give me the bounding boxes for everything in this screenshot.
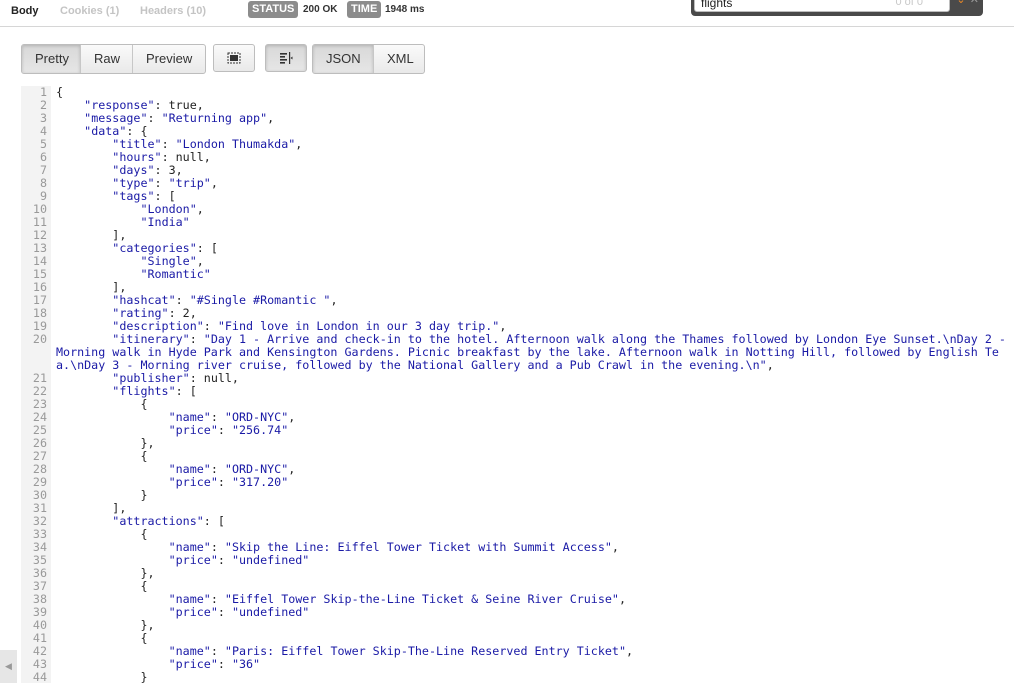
- response-body-viewer[interactable]: 1{2 "response": true, 3 "message": "Retur…: [21, 86, 1014, 683]
- wrap-lines-button[interactable]: [265, 44, 307, 72]
- time-value: 1948 ms: [385, 4, 425, 15]
- code-line-text: "itinerary": "Day 1 - Arrive and check-i…: [56, 332, 1013, 372]
- chevron-up-icon[interactable]: ⌃: [935, 0, 951, 10]
- code-line: 36 },: [21, 567, 1014, 580]
- code-line: 30 }: [21, 489, 1014, 502]
- code-lines: 1{2 "response": true, 3 "message": "Retur…: [21, 86, 1014, 683]
- code-line: 44 }: [21, 671, 1014, 683]
- line-number: 20: [32, 332, 47, 346]
- code-line: 20 "itinerary": "Day 1 - Arrive and chec…: [21, 333, 1014, 372]
- fullscreen-button[interactable]: [213, 44, 255, 72]
- fullscreen-icon: [227, 52, 241, 64]
- code-line: 29 "price": "317.20": [21, 476, 1014, 489]
- code-line: 35 "price": "undefined": [21, 554, 1014, 567]
- tab-cookies[interactable]: Cookies (1): [60, 0, 119, 22]
- chevron-down-icon[interactable]: ⌄: [953, 0, 969, 10]
- response-tab-bar: Body Cookies (1) Headers (10) STATUS 200…: [0, 0, 1014, 27]
- code-line: 22 "flights": [: [21, 385, 1014, 398]
- search-input[interactable]: flights 0 of 0: [694, 0, 950, 12]
- time-label: TIME: [347, 1, 382, 18]
- code-line: 40 },: [21, 619, 1014, 632]
- search-query: flights: [701, 0, 733, 10]
- scroll-left-arrow-icon[interactable]: ◀: [0, 650, 17, 683]
- pretty-button[interactable]: Pretty: [22, 45, 81, 73]
- code-line-text: }: [56, 670, 148, 683]
- format-group: JSON XML: [312, 44, 425, 74]
- code-line: 43 "price": "36": [21, 658, 1014, 671]
- code-line: 15 "Romantic": [21, 268, 1014, 281]
- status-label: STATUS: [248, 1, 299, 18]
- preview-button[interactable]: Preview: [133, 45, 205, 73]
- raw-button[interactable]: Raw: [81, 45, 133, 73]
- tab-headers[interactable]: Headers (10): [140, 0, 206, 22]
- wrap-lines-icon: [280, 52, 293, 64]
- xml-button[interactable]: XML: [374, 45, 424, 73]
- close-icon[interactable]: ✕: [970, 0, 979, 6]
- code-line: 39 "price": "undefined": [21, 606, 1014, 619]
- code-line: 32 "attractions": [: [21, 515, 1014, 528]
- view-mode-group: Pretty Raw Preview: [21, 44, 206, 74]
- code-line: 3 "message": "Returning app",: [21, 112, 1014, 125]
- search-panel: flights 0 of 0 ⌃ ⌄ ✕: [691, 0, 983, 16]
- code-line: 11 "India": [21, 216, 1014, 229]
- tab-body[interactable]: Body: [11, 0, 39, 22]
- json-button[interactable]: JSON: [313, 45, 374, 73]
- search-count: 0 of 0: [895, 0, 923, 8]
- code-line: 26 },: [21, 437, 1014, 450]
- status-value: 200 OK: [303, 4, 338, 15]
- code-line: 25 "price": "256.74": [21, 424, 1014, 437]
- line-number: 44: [32, 670, 47, 683]
